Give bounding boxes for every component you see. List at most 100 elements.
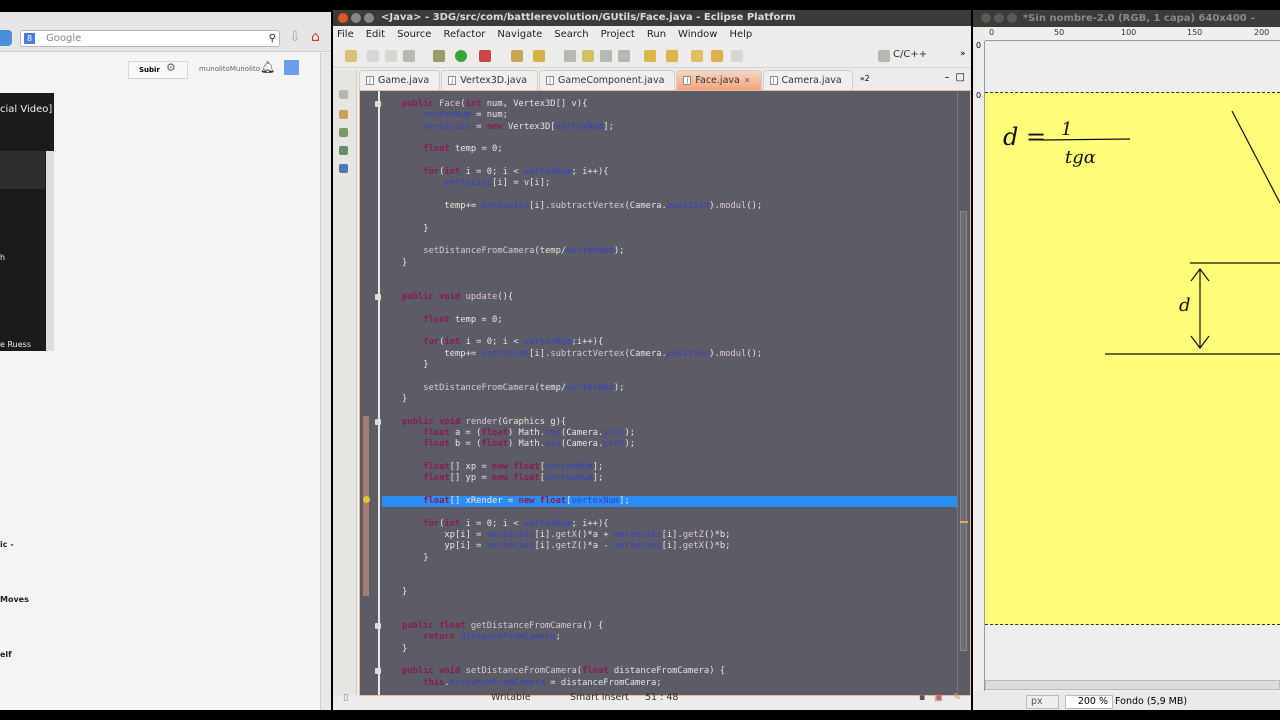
code-line[interactable]: for(int i = 0; i < vertexNum; i++){: [382, 519, 957, 530]
code-line[interactable]: float a = (float) Math.cos(Camera.yrot);: [382, 428, 957, 439]
code-line[interactable]: [382, 451, 957, 462]
username[interactable]: munolitoMunolito: [199, 65, 260, 73]
save-all-icon[interactable]: [385, 50, 397, 62]
horizontal-ruler[interactable]: 0 50 100 150 200: [985, 28, 1280, 41]
code-line[interactable]: [382, 609, 957, 620]
code-line[interactable]: temp+= vertecies[i].subtractVertex(Camer…: [382, 349, 957, 360]
back-icon[interactable]: [711, 50, 723, 62]
restore-view-icon[interactable]: [339, 90, 348, 99]
next-annotation-icon[interactable]: [644, 50, 656, 62]
code-editor[interactable]: public Face(int num, Vertex3D[] v){verte…: [359, 90, 971, 696]
code-line[interactable]: xp[i] = vertecies[i].getX()*a + vertecie…: [382, 530, 957, 541]
code-line[interactable]: float[] xp = new float[vertexNum];: [382, 462, 957, 473]
playlist-item[interactable]: e Ruess: [0, 340, 31, 349]
unit-select[interactable]: px: [1026, 695, 1059, 709]
menu-source[interactable]: Source: [397, 27, 431, 43]
code-line[interactable]: [382, 269, 957, 280]
menu-navigate[interactable]: Navigate: [497, 27, 542, 43]
menu-file[interactable]: File: [337, 27, 354, 43]
image-canvas[interactable]: d = 1 tgα d: [985, 92, 1280, 625]
code-line[interactable]: [382, 564, 957, 575]
code-line[interactable]: float b = (float) Math.sin(Camera.yrot);: [382, 439, 957, 450]
maximize-editor-icon[interactable]: □: [954, 70, 971, 90]
close-tab-icon[interactable]: ✕: [744, 71, 751, 91]
vertical-ruler[interactable]: 0 0: [975, 41, 985, 691]
menu-project[interactable]: Project: [601, 27, 635, 43]
search-input[interactable]: 8 Google ⚲: [20, 30, 280, 47]
search-tool-icon[interactable]: [533, 50, 545, 62]
show-whitespace-icon[interactable]: [618, 50, 630, 62]
code-line[interactable]: [382, 507, 957, 518]
code-line[interactable]: yp[i] = vertecies[i].getZ()*a - vertecie…: [382, 541, 957, 552]
code-line[interactable]: [382, 575, 957, 586]
run-icon[interactable]: [455, 50, 467, 62]
perspective-cc-button[interactable]: C/C++: [893, 49, 927, 60]
previous-annotation-icon[interactable]: [666, 50, 678, 62]
menu-help[interactable]: Help: [729, 27, 752, 43]
scrollbar-thumb[interactable]: [960, 211, 967, 651]
tab-game-java[interactable]: J Game.java: [359, 70, 441, 90]
code-line[interactable]: public void render(Graphics g){: [375, 417, 957, 428]
close-window-button[interactable]: [338, 13, 348, 23]
new-icon[interactable]: [345, 50, 357, 62]
maximize-window-button[interactable]: [364, 13, 374, 23]
trim-icon[interactable]: ▪: [919, 688, 925, 708]
code-line[interactable]: public void setDistanceFromCamera(float …: [375, 666, 957, 677]
code-line[interactable]: [382, 303, 957, 314]
code-line[interactable]: [382, 190, 957, 201]
code-line[interactable]: }: [382, 644, 957, 655]
fold-toggle-icon[interactable]: [375, 622, 381, 629]
fold-toggle-icon[interactable]: [375, 293, 381, 300]
code-line[interactable]: }: [382, 224, 957, 235]
menu-refactor[interactable]: Refactor: [443, 27, 485, 43]
recommended-item[interactable]: Moves: [0, 595, 29, 604]
recommended-item[interactable]: ic -: [0, 540, 14, 549]
fold-toggle-icon[interactable]: [375, 101, 381, 107]
block-selection-icon[interactable]: [600, 50, 612, 62]
console-icon[interactable]: [339, 164, 348, 173]
minimize-window-button[interactable]: [351, 13, 361, 23]
code-line[interactable]: [382, 133, 957, 144]
menu-edit[interactable]: Edit: [366, 27, 385, 43]
code-line[interactable]: }: [382, 553, 957, 564]
magnifier-icon[interactable]: ⚲: [269, 31, 276, 46]
tab-camera-java[interactable]: J Camera.java: [762, 70, 853, 90]
code-line[interactable]: vertexNum = num;: [382, 110, 957, 121]
trim-icon[interactable]: ▣: [934, 688, 943, 708]
occurrence-marker[interactable]: [960, 521, 968, 523]
code-line[interactable]: [382, 156, 957, 167]
playlist-scrollbar[interactable]: [46, 151, 54, 351]
fold-toggle-icon[interactable]: [375, 418, 381, 425]
code-line[interactable]: setDistanceFromCamera(temp/vertexNum);: [382, 246, 957, 257]
code-line-selected[interactable]: float[] xRender = new float[vertexNum];: [382, 496, 957, 508]
hierarchy-icon[interactable]: [339, 128, 348, 137]
forward-icon[interactable]: [731, 50, 743, 62]
settings-gear-icon[interactable]: ⚙: [166, 61, 176, 74]
toolbar-overflow-icon[interactable]: »: [960, 49, 966, 59]
fast-view-icon[interactable]: ▯: [343, 688, 348, 708]
zoom-select[interactable]: 200 %: [1065, 695, 1113, 709]
tabs-overflow-button[interactable]: »2: [854, 70, 876, 90]
save-icon[interactable]: [367, 50, 379, 62]
code-line[interactable]: for(int i = 0; i < vertexNum;i++){: [382, 337, 957, 348]
code-line[interactable]: [382, 371, 957, 382]
tab-face-java[interactable]: J Face.java ✕: [676, 70, 762, 91]
outline-icon[interactable]: [339, 146, 348, 155]
package-explorer-icon[interactable]: [339, 110, 348, 119]
code-line[interactable]: }: [382, 587, 957, 598]
playlist-item[interactable]: h: [0, 253, 5, 262]
notification-bell-icon[interactable]: 🔔︎: [260, 60, 275, 74]
minimize-editor-icon[interactable]: –: [941, 70, 954, 90]
code-line[interactable]: public void update(){: [375, 292, 957, 303]
overview-ruler[interactable]: [957, 91, 970, 695]
toggle-breadcrumb-icon[interactable]: [564, 50, 576, 62]
video-title[interactable]: cial Video]: [0, 104, 52, 115]
trim-icon[interactable]: ✎: [953, 688, 961, 708]
download-icon[interactable]: ⇩: [289, 29, 301, 45]
debug-icon[interactable]: [433, 50, 445, 62]
code-line[interactable]: [382, 212, 957, 223]
upload-button[interactable]: Subir: [128, 61, 188, 79]
tab-vertex3d-java[interactable]: J Vertex3D.java: [441, 70, 539, 90]
tab-gamecomponent-java[interactable]: J GameComponent.java: [539, 70, 676, 90]
external-tools-icon[interactable]: [479, 50, 491, 62]
